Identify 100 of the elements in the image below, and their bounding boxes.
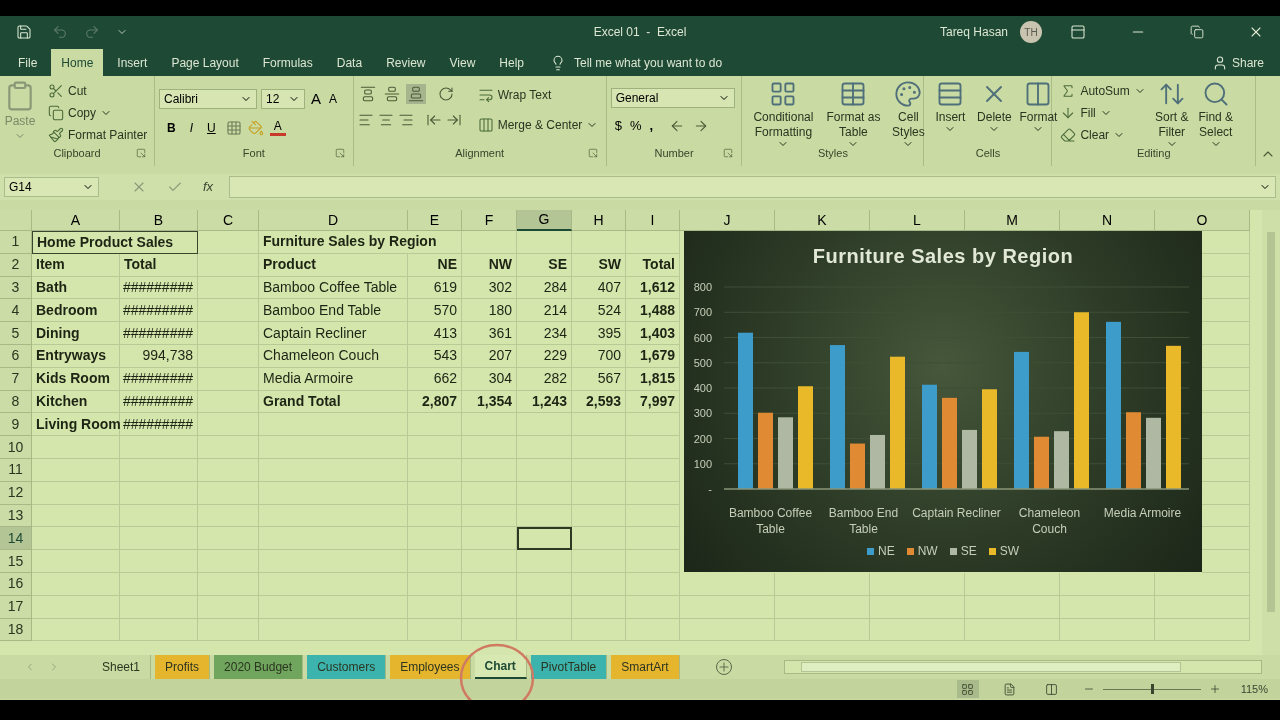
- table-cell[interactable]: [870, 618, 965, 642]
- table-cell[interactable]: Living Room: [32, 413, 120, 437]
- table-cell[interactable]: [626, 504, 680, 528]
- find-select-button[interactable]: Find & Select: [1193, 80, 1238, 150]
- table-cell[interactable]: #########: [120, 413, 198, 437]
- zoom-slider[interactable]: [1102, 684, 1201, 695]
- table-cell[interactable]: [198, 390, 259, 414]
- table-cell[interactable]: [572, 504, 626, 528]
- vertical-align-button[interactable]: [405, 84, 426, 104]
- table-cell[interactable]: 207: [462, 345, 517, 368]
- table-cell[interactable]: [198, 595, 259, 619]
- ribbon-tab[interactable]: Review: [376, 49, 436, 76]
- row-header[interactable]: 3: [0, 276, 32, 300]
- column-heading[interactable]: Item: [32, 253, 120, 277]
- table-cell[interactable]: 214: [517, 299, 572, 323]
- dialog-launcher-icon[interactable]: [136, 148, 146, 158]
- column-heading[interactable]: Total: [120, 253, 198, 277]
- table-cell[interactable]: [572, 231, 626, 254]
- table-cell[interactable]: 1,403: [626, 322, 680, 345]
- table-cell[interactable]: [259, 550, 408, 573]
- sheet-tab[interactable]: Profits: [155, 655, 211, 680]
- column-heading[interactable]: NE: [408, 253, 462, 277]
- table-cell[interactable]: [120, 481, 198, 505]
- table-cell[interactable]: [32, 595, 120, 619]
- table-cell[interactable]: 229: [517, 345, 572, 368]
- table-cell[interactable]: Dining: [32, 322, 120, 345]
- table-cell[interactable]: [517, 595, 572, 619]
- table-cell[interactable]: 994,738: [120, 345, 198, 368]
- table-cell[interactable]: [120, 527, 198, 551]
- shrink-font-button[interactable]: A: [327, 90, 340, 109]
- column-header[interactable]: O: [1155, 210, 1250, 231]
- insert-function-button[interactable]: fx: [203, 177, 214, 197]
- table-cell[interactable]: Kids Room: [32, 367, 120, 391]
- table-cell[interactable]: [198, 276, 259, 300]
- table-cell[interactable]: [408, 481, 462, 505]
- table-cell[interactable]: Entryways: [32, 345, 120, 368]
- table-cell[interactable]: Bamboo Coffee Table: [259, 276, 408, 300]
- column-header[interactable]: N: [1060, 210, 1155, 231]
- table-cell[interactable]: Bedroom: [32, 299, 120, 323]
- table-cell[interactable]: [408, 436, 462, 459]
- sheet-tab[interactable]: Employees: [390, 655, 471, 680]
- table-cell[interactable]: [198, 481, 259, 505]
- table-cell[interactable]: [626, 595, 680, 619]
- font-color-button[interactable]: A: [269, 119, 286, 136]
- share-button[interactable]: Share: [1211, 49, 1272, 76]
- cell-command-button[interactable]: Delete: [976, 80, 1013, 135]
- table-cell[interactable]: [572, 527, 626, 551]
- row-header[interactable]: 6: [0, 345, 32, 368]
- table-cell[interactable]: [572, 436, 626, 459]
- table-cell[interactable]: [626, 413, 680, 437]
- italic-button[interactable]: I: [185, 118, 197, 137]
- table-cell[interactable]: 662: [408, 367, 462, 391]
- table-cell[interactable]: [120, 550, 198, 573]
- style-button[interactable]: Cell Styles: [886, 80, 931, 150]
- decrease-indent-icon[interactable]: [425, 112, 442, 128]
- table-cell[interactable]: #########: [120, 322, 198, 345]
- table-cell[interactable]: [198, 618, 259, 642]
- table-cell[interactable]: [1155, 618, 1250, 642]
- fill-color-icon[interactable]: [247, 119, 264, 136]
- table-cell[interactable]: Chameleon Couch: [259, 345, 408, 368]
- table-cell[interactable]: [517, 481, 572, 505]
- table-cell[interactable]: [408, 504, 462, 528]
- table-cell[interactable]: 700: [572, 345, 626, 368]
- table-cell[interactable]: Kitchen: [32, 390, 120, 414]
- table-cell[interactable]: [870, 595, 965, 619]
- row-header[interactable]: 17: [0, 595, 32, 619]
- tell-me-field[interactable]: Tell me what you want to do: [574, 53, 723, 72]
- table-cell[interactable]: [408, 595, 462, 619]
- table-cell[interactable]: [572, 550, 626, 573]
- table-cell[interactable]: 7,997: [626, 390, 680, 414]
- table-cell[interactable]: [680, 618, 775, 642]
- table-cell[interactable]: [259, 572, 408, 596]
- table-cell[interactable]: [120, 504, 198, 528]
- table-cell[interactable]: 524: [572, 299, 626, 323]
- sheet-tab[interactable]: PivotTable: [530, 655, 608, 680]
- table-cell[interactable]: [120, 595, 198, 619]
- row-header[interactable]: 7: [0, 367, 32, 391]
- align-left-icon[interactable]: [357, 112, 374, 128]
- table-cell[interactable]: #########: [120, 390, 198, 414]
- sheet-tab[interactable]: Chart: [474, 655, 527, 680]
- orientation-icon[interactable]: [437, 86, 454, 102]
- column-header[interactable]: M: [965, 210, 1060, 231]
- table-cell[interactable]: Bath: [32, 276, 120, 300]
- table-cell[interactable]: [198, 231, 259, 254]
- table-cell[interactable]: [198, 458, 259, 482]
- increase-indent-icon[interactable]: [445, 112, 462, 128]
- column-heading[interactable]: SW: [572, 253, 626, 277]
- zoom-in-icon[interactable]: [1208, 683, 1221, 696]
- table-cell[interactable]: [572, 618, 626, 642]
- row-header[interactable]: 18: [0, 618, 32, 642]
- column-header[interactable]: B: [120, 210, 198, 231]
- table-cell[interactable]: [965, 595, 1060, 619]
- currency-button[interactable]: $: [614, 116, 622, 136]
- table-cell[interactable]: [198, 253, 259, 277]
- ribbon-display-icon[interactable]: [1070, 24, 1086, 40]
- font-name-dropdown[interactable]: Calibri: [159, 89, 257, 110]
- table-cell[interactable]: 567: [572, 367, 626, 391]
- table-cell[interactable]: [259, 458, 408, 482]
- table-cell[interactable]: [775, 595, 870, 619]
- table-title[interactable]: Home Product Sales: [32, 231, 198, 254]
